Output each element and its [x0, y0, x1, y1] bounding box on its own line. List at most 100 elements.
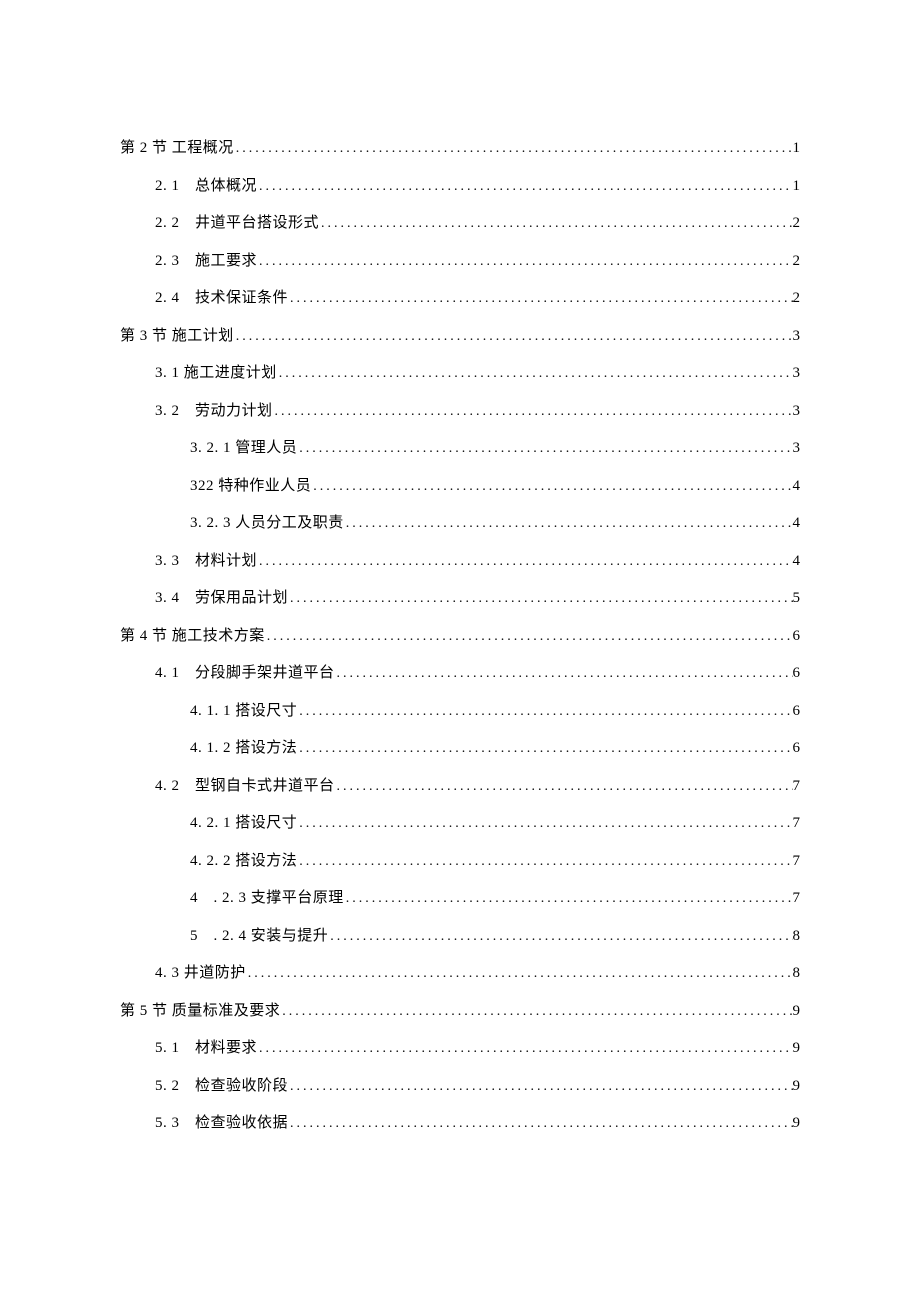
toc-label: 5. 3 检查验收依据: [155, 1105, 288, 1143]
toc-entry: 第 3 节 施工计划 3: [120, 318, 800, 356]
toc-entry: 4. 2 型钢自卡式井道平台 7: [120, 768, 800, 806]
toc-page-number: 7: [793, 843, 801, 881]
toc-page-number: 9: [793, 1105, 801, 1143]
toc-page-number: 9: [793, 1030, 801, 1068]
toc-entry: 4 . 2. 3 支撑平台原理 7: [120, 880, 800, 918]
toc-label: 2. 4 技术保证条件: [155, 280, 288, 318]
toc-page-number: 6: [793, 618, 801, 656]
toc-page-number: 2: [793, 205, 801, 243]
toc-dots: [288, 581, 792, 616]
toc-page-number: 2: [793, 280, 801, 318]
toc-page-number: 9: [793, 1068, 801, 1106]
toc-dots: [297, 844, 792, 879]
toc-entry: 3. 2. 1 管理人员 3: [120, 430, 800, 468]
toc-page-number: 5: [793, 580, 801, 618]
toc-label: 2. 2 井道平台搭设形式: [155, 205, 319, 243]
toc-entry: 第 2 节 工程概况 1: [120, 130, 800, 168]
toc-label: 5. 2 检查验收阶段: [155, 1068, 288, 1106]
toc-dots: [273, 394, 793, 429]
toc-label: 5 . 2. 4 安装与提升: [190, 918, 328, 956]
toc-page-number: 8: [793, 918, 801, 956]
toc-entry: 2. 2 井道平台搭设形式 2: [120, 205, 800, 243]
toc-dots: [277, 356, 793, 391]
toc-label: 4 . 2. 3 支撑平台原理: [190, 880, 344, 918]
toc-label: 3. 2. 1 管理人员: [190, 430, 297, 468]
toc-dots: [234, 319, 793, 354]
page-container: 第 2 节 工程概况12. 1 总体概况12. 2 井道平台搭设形式 22. 3…: [0, 0, 920, 1243]
toc-page-number: 7: [793, 768, 801, 806]
toc-dots: [344, 506, 793, 541]
toc-entry: 4. 2. 2 搭设方法 7: [120, 843, 800, 881]
toc-entry: 5. 3 检查验收依据 9: [120, 1105, 800, 1143]
toc-label: 4. 2. 2 搭设方法: [190, 843, 297, 881]
toc-entry: 3. 2. 3 人员分工及职责 4: [120, 505, 800, 543]
toc-page-number: 2: [793, 243, 801, 281]
toc-label: 4. 3 井道防护: [155, 955, 246, 993]
toc-page-number: 3: [793, 430, 801, 468]
toc-entry: 4. 1 分段脚手架井道平台 6: [120, 655, 800, 693]
toc-page-number: 1: [793, 130, 801, 168]
toc-label: 2. 3 施工要求: [155, 243, 257, 281]
toc-dots: [257, 544, 792, 579]
toc-page-number: 6: [793, 655, 801, 693]
toc-page-number: 9: [793, 993, 801, 1031]
toc-dots: [335, 656, 793, 691]
toc-entry: 322 特种作业人员 4: [120, 468, 800, 506]
toc-dots: [234, 131, 793, 166]
toc-label: 322 特种作业人员: [190, 468, 311, 506]
toc-dots: [335, 769, 793, 804]
toc-dots: [297, 694, 792, 729]
toc-dots: [297, 431, 792, 466]
toc-page-number: 7: [793, 805, 801, 843]
toc-entry: 2. 3 施工要求 2: [120, 243, 800, 281]
toc-label: 第 2 节 工程概况: [120, 130, 234, 168]
toc-dots: [328, 919, 792, 954]
toc-page-number: 6: [793, 730, 801, 768]
toc-page-number: 4: [793, 468, 801, 506]
toc-dots: [265, 619, 793, 654]
toc-page-number: 7: [793, 880, 801, 918]
toc-label: 5. 1 材料要求: [155, 1030, 257, 1068]
toc-label: 4. 2 型钢自卡式井道平台: [155, 768, 335, 806]
toc-label: 3. 2. 3 人员分工及职责: [190, 505, 344, 543]
toc-dots: [246, 956, 793, 991]
toc-dots: [311, 469, 792, 504]
toc-dots: [297, 806, 792, 841]
toc-entry: 5. 1 材料要求 9: [120, 1030, 800, 1068]
toc-label: 4. 2. 1 搭设尺寸: [190, 805, 297, 843]
toc-label: 第 4 节 施工技术方案: [120, 618, 265, 656]
toc-label: 2. 1 总体概况: [155, 168, 257, 206]
table-of-contents: 第 2 节 工程概况12. 1 总体概况12. 2 井道平台搭设形式 22. 3…: [120, 130, 800, 1143]
toc-dots: [297, 731, 792, 766]
toc-page-number: 6: [793, 693, 801, 731]
toc-label: 第 3 节 施工计划: [120, 318, 234, 356]
toc-label: 4. 1. 1 搭设尺寸: [190, 693, 297, 731]
toc-entry: 2. 4 技术保证条件 2: [120, 280, 800, 318]
toc-entry: 3. 3 材料计划 4: [120, 543, 800, 581]
toc-dots: [344, 881, 793, 916]
toc-entry: 4. 3 井道防护 8: [120, 955, 800, 993]
toc-entry: 第 4 节 施工技术方案 6: [120, 618, 800, 656]
toc-label: 3. 4 劳保用品计划: [155, 580, 288, 618]
toc-page-number: 3: [793, 393, 801, 431]
toc-dots: [319, 206, 792, 241]
toc-dots: [257, 169, 792, 204]
toc-dots: [288, 281, 792, 316]
toc-entry: 4. 1. 2 搭设方法6: [120, 730, 800, 768]
toc-label: 3. 2 劳动力计划: [155, 393, 273, 431]
toc-page-number: 3: [793, 318, 801, 356]
toc-dots: [288, 1069, 792, 1104]
toc-page-number: 8: [793, 955, 801, 993]
toc-dots: [288, 1106, 792, 1141]
toc-entry: 3. 1 施工进度计划3: [120, 355, 800, 393]
toc-entry: 3. 4 劳保用品计划 5: [120, 580, 800, 618]
toc-entry: 4. 2. 1 搭设尺寸 7: [120, 805, 800, 843]
toc-page-number: 3: [793, 355, 801, 393]
toc-dots: [257, 244, 792, 279]
toc-entry: 5. 2 检查验收阶段 9: [120, 1068, 800, 1106]
toc-entry: 第 5 节 质量标准及要求9: [120, 993, 800, 1031]
toc-entry: 5 . 2. 4 安装与提升 8: [120, 918, 800, 956]
toc-entry: 4. 1. 1 搭设尺寸 6: [120, 693, 800, 731]
toc-label: 4. 1 分段脚手架井道平台: [155, 655, 335, 693]
toc-page-number: 1: [793, 168, 801, 206]
